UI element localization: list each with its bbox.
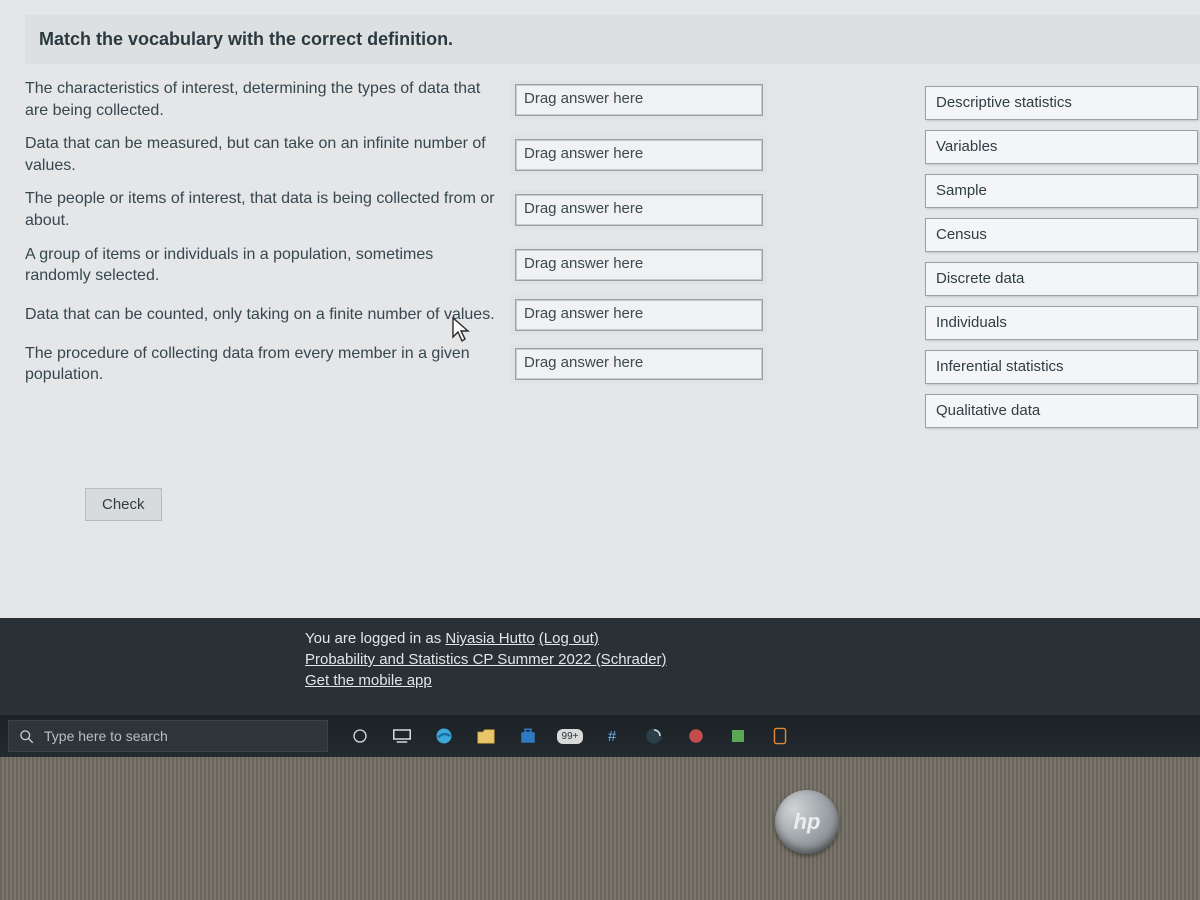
dropzone[interactable]: Drag answer here <box>515 249 763 281</box>
match-row: A group of items or individuals in a pop… <box>25 244 925 287</box>
taskbar-icons: 99+ # <box>350 726 790 746</box>
definitions-column: The characteristics of interest, determi… <box>25 78 925 398</box>
answer-chip[interactable]: Census <box>925 218 1198 252</box>
definition-text: The procedure of collecting data from ev… <box>25 343 515 386</box>
check-button-wrap: Check <box>85 488 1200 521</box>
task-view-icon[interactable] <box>392 726 412 746</box>
answer-chip[interactable]: Variables <box>925 130 1198 164</box>
match-row: Data that can be measured, but can take … <box>25 133 925 176</box>
cortana-icon[interactable] <box>350 726 370 746</box>
match-row: The people or items of interest, that da… <box>25 188 925 231</box>
mail-count-badge: 99+ <box>557 729 584 744</box>
question-header: Match the vocabulary with the correct de… <box>25 15 1200 64</box>
app-icon-2[interactable] <box>686 726 706 746</box>
answer-chip[interactable]: Discrete data <box>925 262 1198 296</box>
answer-chip[interactable]: Qualitative data <box>925 394 1198 428</box>
logged-in-line: You are logged in as Niyasia Hutto (Log … <box>305 628 667 649</box>
answers-column: Descriptive statistics Variables Sample … <box>925 86 1200 438</box>
course-link[interactable]: Probability and Statistics CP Summer 202… <box>305 651 667 668</box>
definition-text: The people or items of interest, that da… <box>25 188 515 231</box>
app-icon-3[interactable] <box>728 726 748 746</box>
answer-chip[interactable]: Descriptive statistics <box>925 86 1198 120</box>
dropzone[interactable]: Drag answer here <box>515 299 763 331</box>
monitor-bezel <box>0 757 1200 900</box>
check-button[interactable]: Check <box>85 488 162 521</box>
app-content: Match the vocabulary with the correct de… <box>0 0 1200 715</box>
app-icon-4[interactable] <box>770 726 790 746</box>
taskbar-search[interactable]: Type here to search <box>8 720 328 752</box>
match-row: The characteristics of interest, determi… <box>25 78 925 121</box>
match-row: Data that can be counted, only taking on… <box>25 299 925 331</box>
dropzone[interactable]: Drag answer here <box>515 194 763 226</box>
logout-link[interactable]: (Log out) <box>539 630 599 647</box>
answer-chip[interactable]: Inferential statistics <box>925 350 1198 384</box>
mail-badge[interactable]: 99+ <box>560 726 580 746</box>
question-title: Match the vocabulary with the correct de… <box>39 29 1188 50</box>
search-placeholder: Type here to search <box>44 728 168 744</box>
store-icon[interactable] <box>518 726 538 746</box>
match-row: The procedure of collecting data from ev… <box>25 343 925 386</box>
match-area: The characteristics of interest, determi… <box>25 78 1200 398</box>
app-icon-1[interactable] <box>644 726 664 746</box>
groupme-icon[interactable]: # <box>602 726 622 746</box>
edge-icon[interactable] <box>434 726 454 746</box>
search-icon <box>19 729 34 744</box>
definition-text: Data that can be counted, only taking on… <box>25 304 515 326</box>
answer-chip[interactable]: Sample <box>925 174 1198 208</box>
definition-text: The characteristics of interest, determi… <box>25 78 515 121</box>
footer-links: You are logged in as Niyasia Hutto (Log … <box>305 628 667 691</box>
definition-text: Data that can be measured, but can take … <box>25 133 515 176</box>
dropzone[interactable]: Drag answer here <box>515 348 763 380</box>
logged-in-prefix: You are logged in as <box>305 630 445 647</box>
definition-text: A group of items or individuals in a pop… <box>25 244 515 287</box>
dropzone[interactable]: Drag answer here <box>515 139 763 171</box>
file-explorer-icon[interactable] <box>476 726 496 746</box>
taskbar: Type here to search 99+ # <box>0 715 1200 757</box>
hp-logo-icon: hp <box>775 790 839 854</box>
mobile-app-link[interactable]: Get the mobile app <box>305 672 432 689</box>
answer-chip[interactable]: Individuals <box>925 306 1198 340</box>
user-link[interactable]: Niyasia Hutto <box>445 630 534 647</box>
dropzone[interactable]: Drag answer here <box>515 84 763 116</box>
